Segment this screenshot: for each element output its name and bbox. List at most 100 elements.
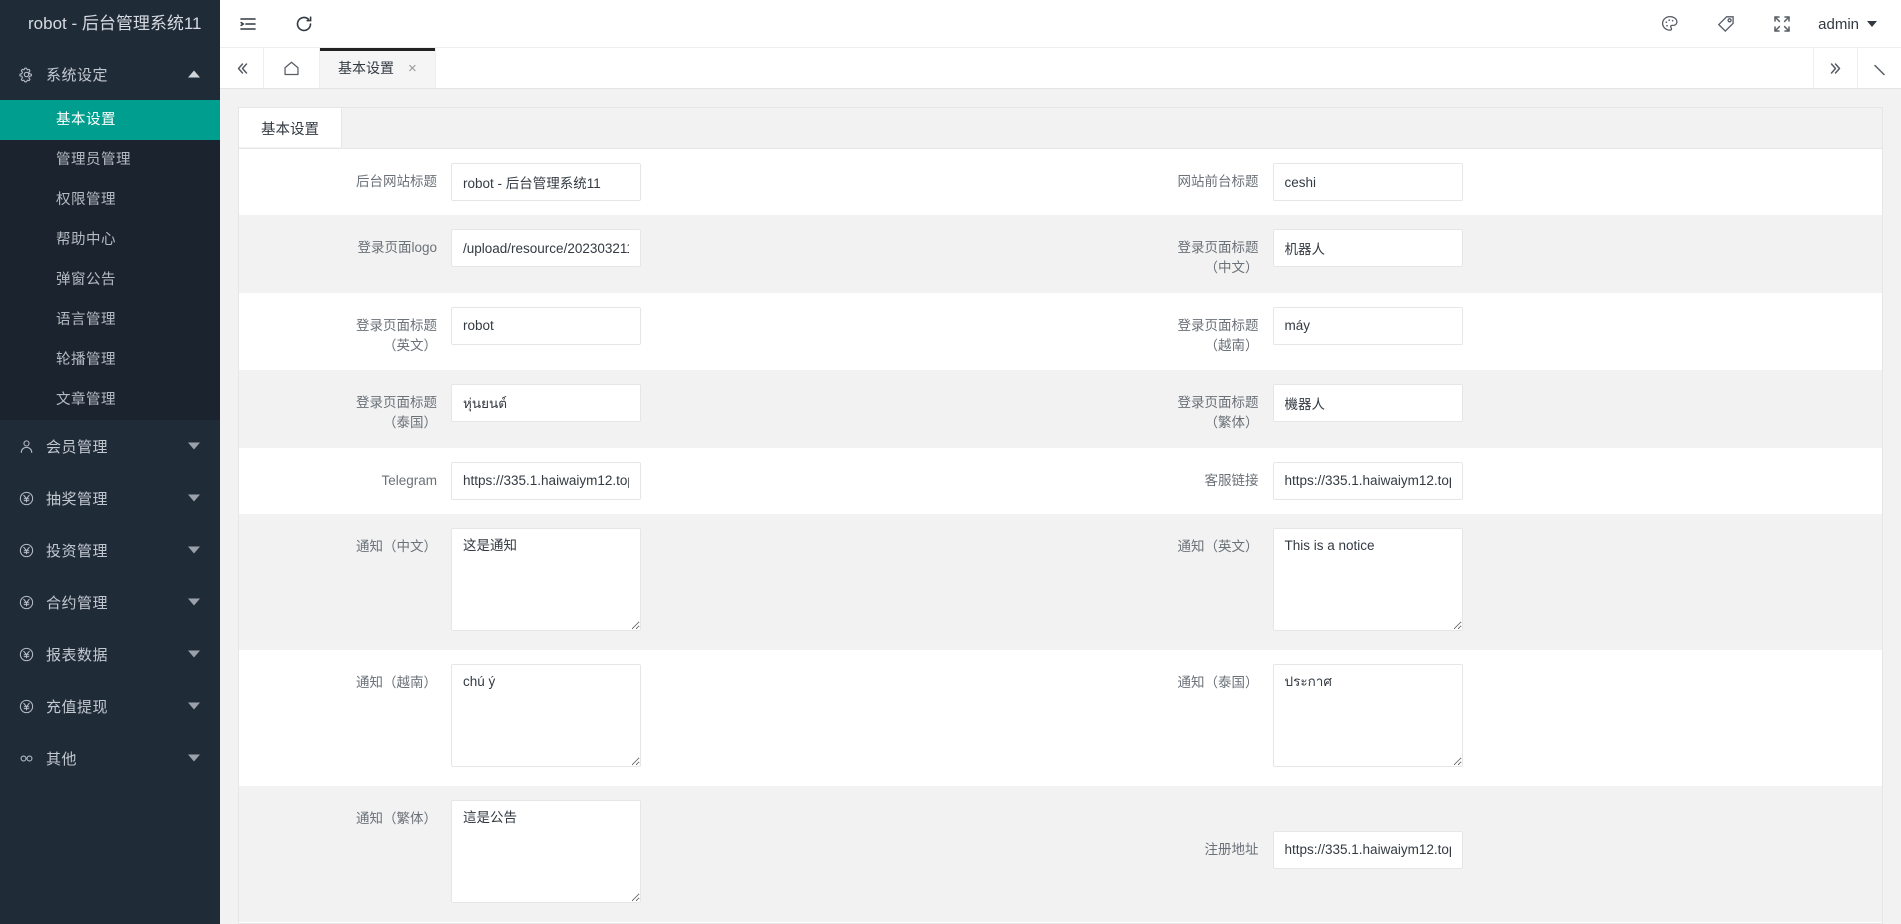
field-control xyxy=(451,384,1061,422)
text-field[interactable] xyxy=(451,462,641,500)
yen-circle-icon xyxy=(18,646,44,663)
field-label: 通知（越南） xyxy=(239,664,451,693)
text-field[interactable] xyxy=(1273,831,1463,869)
tab-more-icon[interactable] xyxy=(1857,48,1901,88)
field-label-main: 登录页面标题 xyxy=(1178,318,1259,333)
main-area: admin 基本设置× xyxy=(220,0,1901,924)
text-field[interactable] xyxy=(451,163,641,201)
sidebar-group-6[interactable]: 报表数据 xyxy=(0,628,220,680)
field-control xyxy=(1273,664,1883,772)
form-field-left: 通知（中文） xyxy=(239,514,1061,650)
field-label: 通知（中文） xyxy=(239,528,451,557)
text-field[interactable] xyxy=(451,384,641,422)
user-menu[interactable]: admin xyxy=(1810,0,1901,48)
field-control xyxy=(451,229,1061,267)
field-label-main: 登录页面标题 xyxy=(356,318,437,333)
chevron-down-icon xyxy=(188,651,200,658)
topbar-left-controls xyxy=(220,0,332,48)
sidebar-group-5[interactable]: 合约管理 xyxy=(0,576,220,628)
text-field[interactable] xyxy=(1273,384,1463,422)
textarea-field[interactable] xyxy=(1273,528,1463,631)
sidebar-nav: 系统设定基本设置管理员管理权限管理帮助中心弹窗公告语言管理轮播管理文章管理会员管… xyxy=(0,48,220,784)
sidebar-group-label: 报表数据 xyxy=(46,644,108,665)
sidebar-item-6[interactable]: 语言管理 xyxy=(0,300,220,340)
sidebar-item-5[interactable]: 弹窗公告 xyxy=(0,260,220,300)
sidebar: robot - 后台管理系统11 系统设定基本设置管理员管理权限管理帮助中心弹窗… xyxy=(0,0,220,924)
text-field[interactable] xyxy=(451,229,641,267)
form-field-left: 登录页面标题（英文） xyxy=(239,293,1061,371)
field-control xyxy=(451,528,1061,636)
card-tab-label: 基本设置 xyxy=(261,118,319,139)
textarea-field[interactable] xyxy=(1273,664,1463,767)
textarea-field[interactable] xyxy=(451,800,641,903)
sidebar-item-1[interactable]: 基本设置 xyxy=(0,100,220,140)
sidebar-group-7[interactable]: 充值提现 xyxy=(0,680,220,732)
form-field-left: Telegram xyxy=(239,448,1061,514)
sidebar-group-3[interactable]: 抽奖管理 xyxy=(0,472,220,524)
textarea-field[interactable] xyxy=(451,664,641,767)
field-label-main: 通知（越南） xyxy=(356,675,437,690)
form-row: Telegram 客服链接 xyxy=(239,448,1882,514)
card-tab-basic-settings[interactable]: 基本设置 xyxy=(239,107,342,147)
sidebar-group-label: 抽奖管理 xyxy=(46,488,108,509)
field-label: 通知（泰国） xyxy=(1061,664,1273,693)
sidebar-group-2[interactable]: 会员管理 xyxy=(0,420,220,472)
gear-icon xyxy=(18,66,44,83)
form-row: 登录页面标题（泰国） 登录页面标题（繁体） xyxy=(239,370,1882,448)
sidebar-group-label: 充值提现 xyxy=(46,696,108,717)
text-field[interactable] xyxy=(1273,229,1463,267)
chevron-down-icon xyxy=(188,755,200,762)
tab-item[interactable]: 基本设置× xyxy=(320,48,436,88)
palette-icon[interactable] xyxy=(1642,0,1698,48)
refresh-icon[interactable] xyxy=(276,0,332,48)
double-chevron-left-icon[interactable] xyxy=(220,48,264,88)
field-label-main: Telegram xyxy=(381,473,437,488)
field-label-main: 注册地址 xyxy=(1205,842,1259,857)
tag-icon[interactable] xyxy=(1698,0,1754,48)
settings-card: 基本设置 后台网站标题网站前台标题登录页面logo登录页面标题（中文）登录页面标… xyxy=(238,107,1883,924)
sidebar-group-4[interactable]: 投资管理 xyxy=(0,524,220,576)
fullscreen-icon[interactable] xyxy=(1754,0,1810,48)
form-row: 通知（中文） 通知（英文） xyxy=(239,514,1882,650)
sidebar-group-8[interactable]: 其他 xyxy=(0,732,220,784)
field-control xyxy=(451,163,1061,201)
form-row: 登录页面标题（英文）登录页面标题（越南） xyxy=(239,293,1882,371)
form-field-right: 登录页面标题（中文） xyxy=(1061,215,1883,293)
text-field[interactable] xyxy=(451,307,641,345)
sidebar-group-label: 投资管理 xyxy=(46,540,108,561)
textarea-field[interactable] xyxy=(451,528,641,631)
field-label-main: 客服链接 xyxy=(1205,473,1259,488)
field-label-main: 登录页面标题 xyxy=(1178,395,1259,410)
sidebar-item-8[interactable]: 文章管理 xyxy=(0,380,220,420)
field-label-main: 通知（英文） xyxy=(1178,539,1259,554)
field-label: 注册地址 xyxy=(1061,800,1273,860)
sidebar-item-7[interactable]: 轮播管理 xyxy=(0,340,220,380)
form-field-left: 登录页面标题（泰国） xyxy=(239,370,1061,448)
text-field[interactable] xyxy=(1273,462,1463,500)
chevron-down-icon xyxy=(1867,21,1877,27)
chevron-down-icon xyxy=(188,599,200,606)
form-row: 通知（越南） 通知（泰国） xyxy=(239,650,1882,786)
chevron-down-icon xyxy=(188,547,200,554)
sidebar-item-2[interactable]: 管理员管理 xyxy=(0,140,220,180)
text-field[interactable] xyxy=(1273,163,1463,201)
sidebar-group-1[interactable]: 系统设定 xyxy=(0,48,220,100)
close-icon[interactable]: × xyxy=(408,61,417,76)
menu-collapse-icon[interactable] xyxy=(220,0,276,48)
form-field-right: 通知（泰国） xyxy=(1061,650,1883,786)
field-control xyxy=(451,800,1061,908)
chevron-down-icon xyxy=(188,495,200,502)
sidebar-item-4[interactable]: 帮助中心 xyxy=(0,220,220,260)
form-field-right: 通知（英文） xyxy=(1061,514,1883,650)
sidebar-item-3[interactable]: 权限管理 xyxy=(0,180,220,220)
field-label: 登录页面标题（繁体） xyxy=(1061,384,1273,434)
text-field[interactable] xyxy=(1273,307,1463,345)
yen-circle-icon xyxy=(18,490,44,507)
double-chevron-right-icon[interactable] xyxy=(1813,48,1857,88)
field-label: 登录页面标题（泰国） xyxy=(239,384,451,434)
sidebar-submenu: 基本设置管理员管理权限管理帮助中心弹窗公告语言管理轮播管理文章管理 xyxy=(0,100,220,420)
field-label: Telegram xyxy=(239,462,451,491)
content-area: 基本设置 后台网站标题网站前台标题登录页面logo登录页面标题（中文）登录页面标… xyxy=(220,89,1901,924)
home-icon[interactable] xyxy=(264,48,320,88)
field-label: 登录页面logo xyxy=(239,229,451,258)
